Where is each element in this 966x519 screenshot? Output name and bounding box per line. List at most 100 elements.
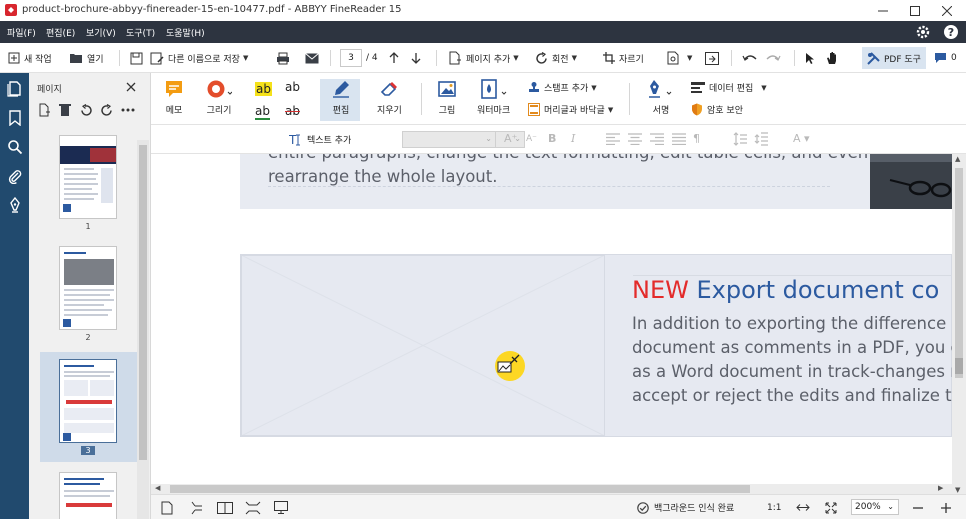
close-panel-icon[interactable] bbox=[126, 82, 136, 92]
erase-button[interactable]: 지우기 bbox=[377, 79, 402, 116]
scroll-left-arrow-icon[interactable]: ◀ bbox=[155, 484, 160, 492]
draw-button[interactable]: 그리기 bbox=[206, 79, 232, 116]
document-view[interactable]: entire paragraphs, change the text forma… bbox=[151, 154, 952, 484]
two-page-view-button[interactable] bbox=[217, 500, 233, 515]
search-icon[interactable] bbox=[7, 139, 23, 155]
document-horizontal-scrollbar[interactable]: ◀ ▶ bbox=[151, 484, 952, 494]
fit-page-button[interactable] bbox=[825, 500, 837, 515]
data-edit-button[interactable]: 데이터 편집 ▼ bbox=[691, 81, 767, 94]
align-right-icon[interactable] bbox=[650, 133, 664, 145]
save-button[interactable] bbox=[130, 49, 147, 67]
new-task-button[interactable]: 새 작업 bbox=[8, 49, 52, 67]
text-markup-underline[interactable]: ab bbox=[255, 104, 270, 120]
page-thumbnail-2[interactable] bbox=[59, 246, 117, 330]
open-button[interactable]: 열기 bbox=[69, 49, 104, 67]
add-text-button[interactable]: T 텍스트 추가 bbox=[289, 133, 351, 146]
actual-size-button[interactable]: 1:1 bbox=[767, 500, 781, 515]
pages-panel-scrollbar[interactable] bbox=[137, 140, 149, 519]
menu-view[interactable]: 보기(V) bbox=[86, 26, 116, 39]
document-horizontal-scroll-thumb[interactable] bbox=[170, 485, 750, 493]
presentation-view-button[interactable] bbox=[274, 500, 288, 515]
undo-button[interactable] bbox=[742, 49, 762, 67]
font-family-select[interactable]: ⌄ bbox=[402, 131, 496, 148]
page-view-button[interactable]: ▼ bbox=[667, 49, 692, 67]
menu-tools[interactable]: 도구(T) bbox=[126, 26, 155, 39]
line-spacing-icon[interactable] bbox=[733, 132, 747, 146]
add-page-button[interactable]: 페이지 추가 ▼ bbox=[448, 49, 519, 67]
hand-icon bbox=[827, 52, 836, 64]
justify-icon[interactable] bbox=[672, 133, 686, 145]
text-markup-underline-top[interactable]: ab bbox=[285, 80, 300, 94]
document-vertical-scrollbar[interactable]: ▲ ▼ bbox=[952, 154, 966, 498]
attachment-icon[interactable] bbox=[7, 168, 23, 184]
zoom-in-button[interactable] bbox=[941, 500, 951, 515]
pages-icon[interactable] bbox=[7, 81, 23, 97]
more-options-icon[interactable] bbox=[121, 108, 135, 112]
sign-button[interactable]: 서명 bbox=[646, 79, 676, 116]
single-page-view-button[interactable] bbox=[161, 500, 173, 515]
text-markup-strikethrough[interactable]: ab bbox=[285, 104, 300, 118]
text-markup-highlight[interactable]: ab bbox=[255, 82, 272, 96]
redo-button[interactable] bbox=[765, 49, 785, 67]
align-center-icon[interactable] bbox=[628, 133, 642, 145]
hand-tool-button[interactable] bbox=[826, 49, 843, 67]
crop-button[interactable]: 자르기 bbox=[603, 49, 644, 67]
maximize-button[interactable] bbox=[900, 0, 930, 21]
add-page-icon[interactable] bbox=[38, 103, 51, 117]
rotate-button[interactable]: 회전 ▼ bbox=[535, 49, 577, 67]
settings-gear-icon[interactable] bbox=[915, 24, 931, 40]
page-thumbnail-4[interactable] bbox=[59, 472, 117, 519]
page-number-input[interactable]: 3 bbox=[340, 49, 362, 67]
scroll-up-arrow-icon[interactable]: ▲ bbox=[955, 155, 960, 163]
background-ocr-status: 백그라운드 인식 완료 bbox=[637, 500, 734, 515]
note-button[interactable]: 메모 bbox=[164, 79, 184, 116]
scroll-right-arrow-icon[interactable]: ▶ bbox=[938, 484, 943, 492]
export-button[interactable] bbox=[705, 49, 723, 67]
zoom-out-button[interactable] bbox=[913, 500, 923, 515]
fit-width-button[interactable] bbox=[190, 500, 204, 515]
bookmark-icon[interactable] bbox=[7, 110, 23, 126]
signature-pen-icon[interactable] bbox=[7, 197, 23, 213]
font-color-icon[interactable]: A ▾ bbox=[793, 132, 810, 145]
pdf-tools-ribbon: 메모 그리기 ab ab ab ab 편집 지우기 그림 워터마크 스탬프 추가… bbox=[151, 73, 966, 125]
select-tool-button[interactable] bbox=[805, 49, 819, 67]
pdf-tools-button[interactable]: PDF 도구 bbox=[862, 47, 926, 69]
close-window-button[interactable] bbox=[932, 0, 962, 21]
document-vertical-scroll-thumb[interactable] bbox=[955, 168, 963, 378]
page-thumbnail-3[interactable] bbox=[59, 359, 117, 443]
rotate-right-icon[interactable] bbox=[100, 104, 113, 117]
next-page-button[interactable] bbox=[411, 49, 425, 67]
zoom-select[interactable]: 200% ⌄ bbox=[851, 498, 899, 515]
comments-button[interactable]: 0 bbox=[934, 49, 957, 67]
prev-page-button[interactable] bbox=[389, 49, 403, 67]
pages-panel-scroll-thumb[interactable] bbox=[139, 145, 147, 460]
header-footer-button[interactable]: 머리글과 바닥글 ▼ bbox=[528, 103, 613, 116]
paragraph-spacing-icon[interactable] bbox=[754, 132, 768, 146]
page-thumbnail-1[interactable] bbox=[59, 135, 117, 219]
menu-edit[interactable]: 편집(E) bbox=[46, 26, 75, 39]
picture-button[interactable]: 그림 bbox=[437, 79, 457, 116]
minimize-button[interactable] bbox=[868, 0, 898, 21]
align-left-icon[interactable] bbox=[606, 133, 620, 145]
email-button[interactable] bbox=[305, 49, 323, 67]
scroll-down-arrow-icon[interactable]: ▼ bbox=[955, 486, 960, 494]
menu-help[interactable]: 도움말(H) bbox=[166, 26, 205, 39]
paragraph-mark-icon[interactable]: ¶ bbox=[693, 132, 700, 145]
font-grow-icon[interactable]: A⁺ bbox=[504, 132, 517, 145]
fit-width-zoom-button[interactable] bbox=[796, 500, 810, 515]
edit-button[interactable]: 편집 bbox=[331, 79, 351, 116]
rotate-left-icon[interactable] bbox=[80, 104, 93, 117]
watermark-button[interactable]: 워터마크 bbox=[477, 79, 510, 116]
save-as-button[interactable]: 다른 이름으로 저장 ▼ bbox=[150, 49, 248, 67]
password-security-button[interactable]: 암호 보안 bbox=[691, 103, 743, 116]
menu-file[interactable]: 파일(F) bbox=[7, 26, 36, 39]
print-button[interactable] bbox=[276, 49, 294, 67]
scroll-view-button[interactable] bbox=[245, 500, 261, 515]
help-icon[interactable]: ? bbox=[943, 24, 959, 40]
rotate-label: 회전 bbox=[552, 54, 569, 65]
font-shrink-icon[interactable]: A⁻ bbox=[526, 134, 537, 144]
bold-icon[interactable]: B bbox=[548, 132, 556, 145]
italic-icon[interactable]: I bbox=[571, 132, 575, 145]
delete-page-icon[interactable] bbox=[59, 103, 71, 117]
add-stamp-button[interactable]: 스탬프 추가 ▼ bbox=[528, 81, 597, 94]
